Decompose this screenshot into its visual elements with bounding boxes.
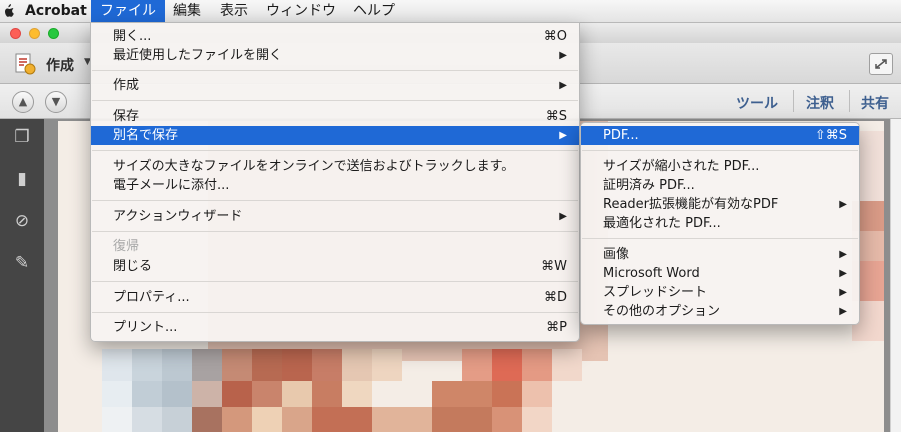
menu-separator bbox=[582, 150, 858, 151]
zoom-window-button[interactable] bbox=[48, 28, 59, 39]
next-page-icon[interactable]: ▼ bbox=[45, 91, 67, 113]
submenu-arrow-icon: ▶ bbox=[559, 80, 567, 91]
menu-item-spreadsheet[interactable]: スプレッドシート ▶ bbox=[581, 283, 859, 302]
menu-item-open[interactable]: 開く... ⌘O bbox=[91, 27, 579, 46]
menu-item-other-options[interactable]: その他のオプション ▶ bbox=[581, 302, 859, 321]
menu-item-label: Microsoft Word bbox=[603, 266, 700, 281]
shortcut-label: ⌘P bbox=[546, 320, 567, 335]
submenu-arrow-icon: ▶ bbox=[839, 306, 847, 317]
menu-item-save-as-pdf[interactable]: PDF... ⇧⌘S bbox=[581, 126, 859, 145]
navigation-sidebar: ❐ ▮ ⊘ ✎ bbox=[0, 119, 44, 432]
page-thumbnails-icon[interactable]: ❐ bbox=[12, 127, 32, 147]
menu-item-label: 作成 bbox=[113, 78, 140, 93]
app-menu-acrobat[interactable]: Acrobat bbox=[16, 0, 96, 22]
menu-item-label: アクションウィザード bbox=[113, 209, 243, 224]
menu-separator bbox=[92, 150, 578, 151]
menu-separator bbox=[92, 100, 578, 101]
menu-item-label: スプレッドシート bbox=[603, 285, 708, 300]
menu-file[interactable]: ファイル bbox=[91, 0, 165, 22]
menu-item-open-recent[interactable]: 最近使用したファイルを開く ▶ bbox=[91, 46, 579, 65]
menu-item-optimized-pdf[interactable]: 最適化された PDF... bbox=[581, 214, 859, 233]
menu-item-label: プロパティ... bbox=[113, 290, 190, 305]
submenu-arrow-icon: ▶ bbox=[839, 287, 847, 298]
comment-button[interactable]: 注釈 bbox=[806, 93, 834, 113]
menu-item-label: 復帰 bbox=[113, 239, 140, 254]
menu-help[interactable]: ヘルプ bbox=[344, 0, 404, 22]
menu-item-label: 証明済み PDF... bbox=[603, 178, 695, 193]
menu-item-label: PDF... bbox=[603, 128, 639, 143]
menu-item-label: 画像 bbox=[603, 247, 630, 262]
menu-item-label: サイズの大きなファイルをオンラインで送信およびトラックします。 bbox=[113, 159, 515, 174]
menu-separator bbox=[92, 281, 578, 282]
menu-item-image[interactable]: 画像 ▶ bbox=[581, 245, 859, 264]
menu-item-label: 最適化された PDF... bbox=[603, 216, 721, 231]
menu-item-label: 保存 bbox=[113, 109, 140, 124]
minimize-window-button[interactable] bbox=[29, 28, 40, 39]
menu-item-label: プリント... bbox=[113, 320, 178, 335]
submenu-arrow-icon: ▶ bbox=[839, 199, 847, 210]
menu-item-attach-email[interactable]: 電子メールに添付... bbox=[91, 176, 579, 195]
menu-item-send-large-files[interactable]: サイズの大きなファイルをオンラインで送信およびトラックします。 bbox=[91, 157, 579, 176]
submenu-arrow-icon: ▶ bbox=[559, 211, 567, 222]
submenu-arrow-icon: ▶ bbox=[559, 130, 567, 141]
menu-item-label: 閉じる bbox=[113, 259, 153, 274]
menu-item-reduced-size-pdf[interactable]: サイズが縮小された PDF... bbox=[581, 157, 859, 176]
save-as-submenu: PDF... ⇧⌘S サイズが縮小された PDF... 証明済み PDF... … bbox=[580, 122, 860, 325]
menu-edit[interactable]: 編集 bbox=[164, 0, 210, 22]
menu-bar: Acrobat ファイル 編集 表示 ウィンドウ ヘルプ bbox=[0, 0, 901, 23]
shortcut-label: ⌘S bbox=[545, 109, 567, 124]
menu-item-print[interactable]: プリント... ⌘P bbox=[91, 318, 579, 337]
share-button[interactable]: 共有 bbox=[861, 93, 889, 113]
menu-item-reader-extended-pdf[interactable]: Reader拡張機能が有効なPDF ▶ bbox=[581, 195, 859, 214]
menu-item-label: 電子メールに添付... bbox=[113, 178, 230, 193]
menu-item-microsoft-word[interactable]: Microsoft Word ▶ bbox=[581, 264, 859, 283]
vertical-scrollbar[interactable] bbox=[890, 119, 901, 432]
menu-item-save-as[interactable]: 別名で保存 ▶ bbox=[91, 126, 579, 145]
menu-item-label: その他のオプション bbox=[603, 304, 721, 319]
previous-page-icon[interactable]: ▲ bbox=[12, 91, 34, 113]
fullscreen-icon[interactable] bbox=[869, 53, 893, 75]
submenu-arrow-icon: ▶ bbox=[559, 50, 567, 61]
shortcut-label: ⇧⌘S bbox=[814, 128, 847, 143]
menu-item-action-wizard[interactable]: アクションウィザード ▶ bbox=[91, 207, 579, 226]
toolbar-divider bbox=[849, 90, 850, 112]
signature-icon[interactable]: ✎ bbox=[12, 253, 32, 273]
menu-item-revert: 復帰 bbox=[91, 237, 579, 256]
close-window-button[interactable] bbox=[10, 28, 21, 39]
menu-separator bbox=[92, 70, 578, 71]
menu-item-certified-pdf[interactable]: 証明済み PDF... bbox=[581, 176, 859, 195]
menu-item-label: サイズが縮小された PDF... bbox=[603, 159, 760, 174]
create-pdf-icon[interactable] bbox=[14, 53, 36, 75]
menu-separator bbox=[92, 312, 578, 313]
menu-view[interactable]: 表示 bbox=[211, 0, 257, 22]
menu-item-label: 別名で保存 bbox=[113, 128, 179, 143]
menu-window[interactable]: ウィンドウ bbox=[257, 0, 345, 22]
create-button[interactable]: 作成 bbox=[46, 55, 74, 75]
menu-item-label: Reader拡張機能が有効なPDF bbox=[603, 197, 779, 212]
menu-separator bbox=[92, 231, 578, 232]
shortcut-label: ⌘D bbox=[543, 290, 567, 305]
file-menu: 開く... ⌘O 最近使用したファイルを開く ▶ 作成 ▶ 保存 ⌘S 別名で保… bbox=[90, 22, 580, 342]
shortcut-label: ⌘W bbox=[541, 259, 567, 274]
menu-separator bbox=[582, 238, 858, 239]
menu-item-create[interactable]: 作成 ▶ bbox=[91, 76, 579, 95]
menu-item-label: 開く... bbox=[113, 29, 152, 44]
menu-separator bbox=[92, 200, 578, 201]
submenu-arrow-icon: ▶ bbox=[839, 249, 847, 260]
attachment-icon[interactable]: ⊘ bbox=[12, 211, 32, 231]
bookmark-icon[interactable]: ▮ bbox=[12, 169, 32, 189]
submenu-arrow-icon: ▶ bbox=[839, 268, 847, 279]
shortcut-label: ⌘O bbox=[543, 29, 567, 44]
menu-item-label: 最近使用したファイルを開く bbox=[113, 48, 283, 63]
menu-item-close[interactable]: 閉じる ⌘W bbox=[91, 257, 579, 276]
tools-button[interactable]: ツール bbox=[736, 93, 778, 113]
menu-item-save[interactable]: 保存 ⌘S bbox=[91, 107, 579, 126]
menu-item-properties[interactable]: プロパティ... ⌘D bbox=[91, 288, 579, 307]
toolbar-divider bbox=[793, 90, 794, 112]
